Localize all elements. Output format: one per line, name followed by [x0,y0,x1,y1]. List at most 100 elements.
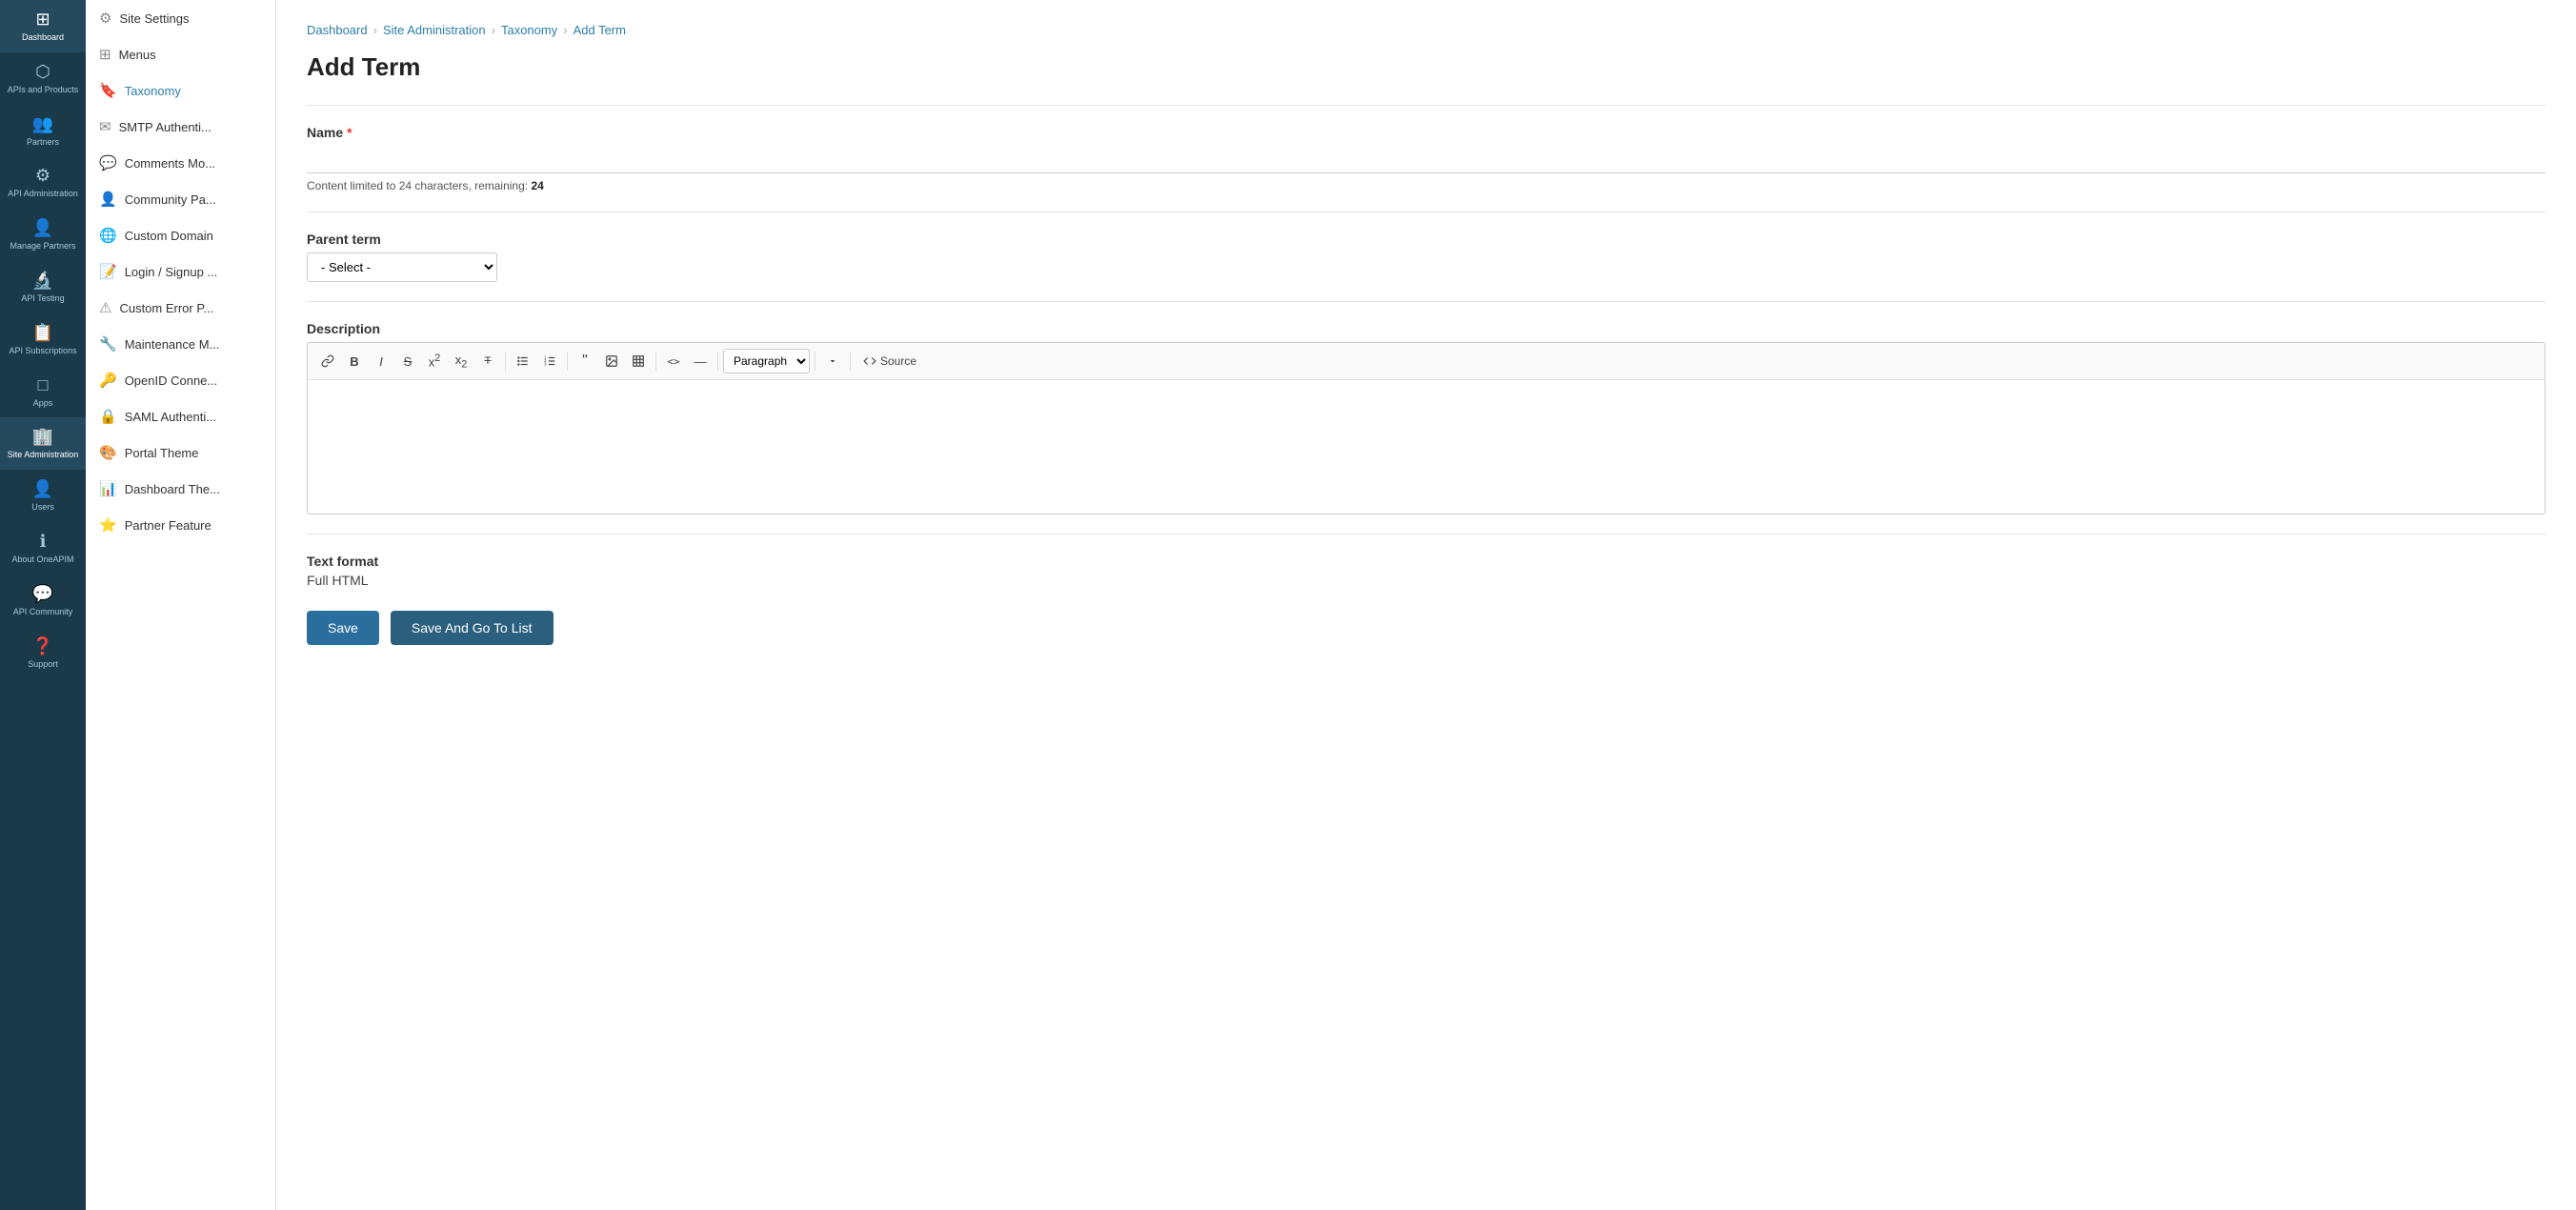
nav-label-users: Users [31,502,54,513]
breadcrumb-add-term: Add Term [574,23,626,37]
nav-item-support[interactable]: ❓ Support [0,627,86,679]
breadcrumb-sep-2: › [492,23,495,37]
custom-error-icon: ⚠ [99,299,111,316]
toolbar-sep-6 [850,352,851,371]
sidebar-item-custom-domain[interactable]: 🌐 Custom Domain [86,217,275,253]
sidebar-item-partner-feature[interactable]: ⭐ Partner Feature [86,507,275,543]
apis-icon: ⬡ [35,62,50,82]
text-format-section: Text format Full HTML [307,554,2546,588]
sidebar-item-maintenance[interactable]: 🔧 Maintenance M... [86,326,275,362]
toolbar-ol-button[interactable]: 123 [537,349,562,373]
sidebar-item-comments[interactable]: 💬 Comments Mo... [86,145,275,181]
nav-item-about[interactable]: ℹ About OneAPIM [0,522,86,575]
smtp-icon: ✉ [99,118,111,135]
sidebar-label-community-pa: Community Pa... [125,192,216,207]
text-format-value: Full HTML [307,573,2546,588]
api-testing-icon: 🔬 [32,271,53,291]
editor-toolbar: B I S x2 x2 T [308,343,2545,380]
nav-item-site-administration[interactable]: 🏢 Site Administration [0,417,86,470]
toolbar-table-button[interactable] [626,349,651,373]
nav-item-api-subscriptions[interactable]: 📋 API Subscriptions [0,313,86,366]
main-content: Dashboard › Site Administration › Taxono… [276,0,2576,1210]
name-input[interactable] [307,146,2546,173]
nav-label-api-subscriptions: API Subscriptions [9,346,76,356]
nav-item-apis-products[interactable]: ⬡ APIs and Products [0,52,86,105]
text-format-label: Text format [307,554,2546,569]
sidebar-label-dashboard-the: Dashboard The... [125,482,220,496]
sidebar-item-openid[interactable]: 🔑 OpenID Conne... [86,362,275,398]
nav-label-api-testing: API Testing [21,293,64,304]
toolbar-subscript-button[interactable]: x2 [449,349,473,373]
toolbar-image-button[interactable] [599,349,624,373]
toolbar-strikethrough-button[interactable]: S [395,349,420,373]
parent-term-select[interactable]: - Select - [307,252,497,282]
sidebar-item-taxonomy[interactable]: 🔖 Taxonomy [86,72,275,109]
toolbar-code-button[interactable]: <> [661,349,686,373]
nav-item-users[interactable]: 👤 Users [0,470,86,522]
saml-icon: 🔒 [99,408,117,425]
description-editor[interactable] [308,380,2545,514]
nav-item-apps[interactable]: □ Apps [0,366,86,418]
site-settings-icon: ⚙ [99,10,111,27]
sidebar-item-smtp[interactable]: ✉ SMTP Authenti... [86,109,275,145]
nav-item-manage-partners[interactable]: 👤 Manage Partners [0,209,86,261]
sidebar-item-menus[interactable]: ⊞ Menus [86,36,275,72]
sidebar-label-smtp: SMTP Authenti... [119,120,211,134]
menus-icon: ⊞ [99,46,111,63]
divider-parent [307,301,2546,302]
sidebar-item-portal-theme[interactable]: 🎨 Portal Theme [86,434,275,471]
nav-label-dashboard: Dashboard [22,32,64,43]
toolbar-superscript-button[interactable]: x2 [422,349,447,373]
openid-icon: 🔑 [99,372,117,389]
breadcrumb-dashboard[interactable]: Dashboard [307,23,368,37]
nav-item-api-administration[interactable]: ⚙ API Administration [0,156,86,209]
toolbar-source-button[interactable]: Source [855,349,924,373]
comments-icon: 💬 [99,154,117,171]
nav-item-community[interactable]: 💬 API Community [0,575,86,627]
breadcrumb-site-admin[interactable]: Site Administration [383,23,486,37]
toolbar-sep-2 [567,352,568,371]
description-section: Description B I S [307,321,2546,514]
save-button[interactable]: Save [307,611,379,645]
toolbar-clear-format-button[interactable]: T [475,349,500,373]
portal-theme-icon: 🎨 [99,444,117,461]
paragraph-format-select[interactable]: Paragraph Heading 1 Heading 2 Heading 3 [723,349,810,373]
nav-label-manage-partners: Manage Partners [10,241,75,252]
dashboard-the-icon: 📊 [99,480,117,497]
toolbar-link-button[interactable] [315,349,340,373]
toolbar-italic-button[interactable]: I [369,349,393,373]
toolbar-extra-button[interactable] [820,349,845,373]
editor-wrapper: B I S x2 x2 T [307,342,2546,514]
sidebar-item-login-signup[interactable]: 📝 Login / Signup ... [86,253,275,290]
sidebar-item-dashboard-the[interactable]: 📊 Dashboard The... [86,471,275,507]
breadcrumb-taxonomy[interactable]: Taxonomy [501,23,557,37]
sidebar-label-partner-feature: Partner Feature [125,518,211,533]
nav-item-api-testing[interactable]: 🔬 API Testing [0,261,86,313]
toolbar-ul-button[interactable] [511,349,535,373]
char-remaining: 24 [531,179,543,192]
sidebar-label-openid: OpenID Conne... [125,373,218,388]
sidebar-item-saml[interactable]: 🔒 SAML Authenti... [86,398,275,434]
save-and-go-to-list-button[interactable]: Save And Go To List [391,611,553,645]
toolbar-sep-1 [505,352,506,371]
breadcrumb-sep-3: › [563,23,567,37]
parent-term-section: Parent term - Select - [307,232,2546,282]
manage-partners-icon: 👤 [32,218,53,238]
sidebar-label-login-signup: Login / Signup ... [125,265,218,279]
toolbar-blockquote-button[interactable]: " [573,349,597,373]
sidebar-item-site-settings[interactable]: ⚙ Site Settings [86,0,275,36]
site-admin-icon: 🏢 [32,427,53,447]
nav-label-support: Support [28,659,58,670]
toolbar-hr-button[interactable]: — [688,349,713,373]
nav-item-partners[interactable]: 👥 Partners [0,105,86,157]
maintenance-icon: 🔧 [99,335,117,353]
form-actions: Save Save And Go To List [307,611,2546,645]
toolbar-bold-button[interactable]: B [342,349,367,373]
community-icon: 💬 [32,584,53,604]
sidebar-item-custom-error[interactable]: ⚠ Custom Error P... [86,290,275,326]
nav-item-dashboard[interactable]: ⊞ Dashboard [0,0,86,52]
name-section: Name * Content limited to 24 characters,… [307,125,2546,192]
sidebar-item-community-pa[interactable]: 👤 Community Pa... [86,181,275,217]
api-admin-icon: ⚙ [35,166,50,186]
support-icon: ❓ [32,636,53,656]
